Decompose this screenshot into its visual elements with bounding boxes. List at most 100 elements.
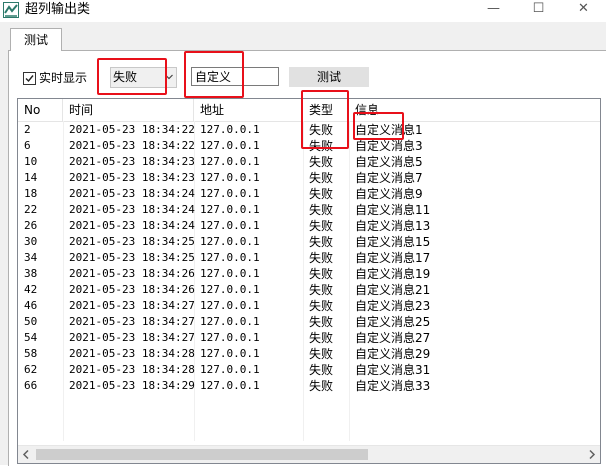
cell-no: 42 (24, 283, 38, 296)
cell-address: 127.0.0.1 (200, 155, 260, 168)
column-header-no[interactable]: No (18, 99, 63, 121)
realtime-checkbox[interactable] (23, 71, 36, 85)
cell-info: 自定义消息9 (355, 187, 423, 201)
scroll-right-icon[interactable] (583, 446, 600, 463)
scroll-thumb[interactable] (36, 449, 368, 460)
cell-type: 失败 (309, 155, 334, 169)
cell-info: 自定义消息13 (355, 219, 431, 233)
cell-info: 自定义消息19 (355, 267, 431, 281)
cell-no: 2 (24, 123, 31, 136)
cell-type: 失败 (309, 187, 334, 201)
column-header-time[interactable]: 时间 (63, 99, 194, 121)
cell-no: 26 (24, 219, 38, 232)
cell-type: 失败 (309, 123, 334, 137)
tab-test[interactable]: 测试 (10, 28, 62, 51)
cell-address: 127.0.0.1 (200, 331, 260, 344)
close-button[interactable]: ✕ (561, 0, 606, 20)
cell-info: 自定义消息1 (355, 123, 423, 137)
cell-no: 22 (24, 203, 38, 216)
cell-info: 自定义消息33 (355, 379, 431, 393)
maximize-button[interactable]: ☐ (516, 0, 561, 20)
cell-no: 30 (24, 235, 38, 248)
cell-address: 127.0.0.1 (200, 315, 260, 328)
table-row[interactable]: 66 2021-05-23 18:34:29 127.0.0.1 失败 自定义消息33 (18, 378, 600, 394)
realtime-label: 实时显示 (39, 71, 88, 85)
client-area: 测试 实时显示 失败 测试 No 时间 地址 类型 信息 (0, 22, 606, 466)
table-row[interactable]: 54 2021-05-23 18:34:27 127.0.0.1 失败 自定义消息27 (18, 330, 600, 346)
cell-address: 127.0.0.1 (200, 283, 260, 296)
cell-info: 自定义消息17 (355, 251, 431, 265)
horizontal-scrollbar[interactable] (18, 445, 600, 463)
cell-info: 自定义消息31 (355, 363, 431, 377)
cell-no: 18 (24, 187, 38, 200)
cell-address: 127.0.0.1 (200, 139, 260, 152)
cell-time: 2021-05-23 18:34:26 (69, 267, 195, 280)
cell-no: 14 (24, 171, 38, 184)
cell-time: 2021-05-23 18:34:24 (69, 187, 195, 200)
table-row[interactable]: 38 2021-05-23 18:34:26 127.0.0.1 失败 自定义消息19 (18, 266, 600, 282)
cell-no: 6 (24, 139, 31, 152)
cell-no: 54 (24, 331, 38, 344)
realtime-checkbox-group[interactable]: 实时显示 (23, 70, 87, 86)
cell-type: 失败 (309, 171, 334, 185)
cell-time: 2021-05-23 18:34:24 (69, 203, 195, 216)
table-row[interactable]: 46 2021-05-23 18:34:27 127.0.0.1 失败 自定义消息23 (18, 298, 600, 314)
cell-address: 127.0.0.1 (200, 123, 260, 136)
app-icon (3, 2, 19, 18)
cell-time: 2021-05-23 18:34:27 (69, 331, 195, 344)
cell-no: 58 (24, 347, 38, 360)
title-bar: 超列输出类 — ☐ ✕ (0, 0, 606, 22)
table-row[interactable]: 30 2021-05-23 18:34:25 127.0.0.1 失败 自定义消息15 (18, 234, 600, 250)
cell-type: 失败 (309, 363, 334, 377)
column-header-info[interactable]: 信息 (349, 99, 600, 121)
filter-dropdown[interactable]: 失败 (110, 67, 177, 88)
table-row[interactable]: 18 2021-05-23 18:34:24 127.0.0.1 失败 自定义消息9 (18, 186, 600, 202)
table-row[interactable]: 2 2021-05-23 18:34:22 127.0.0.1 失败 自定义消息1 (18, 122, 600, 138)
table-row[interactable]: 14 2021-05-23 18:34:23 127.0.0.1 失败 自定义消息7 (18, 170, 600, 186)
cell-no: 66 (24, 379, 38, 392)
test-button[interactable]: 测试 (289, 67, 369, 87)
cell-type: 失败 (309, 235, 334, 249)
table-row[interactable]: 50 2021-05-23 18:34:27 127.0.0.1 失败 自定义消息25 (18, 314, 600, 330)
cell-info: 自定义消息23 (355, 299, 431, 313)
log-list-view[interactable]: No 时间 地址 类型 信息 2 2021-05-23 18:34:22 127.0… (17, 98, 601, 464)
cell-time: 2021-05-23 18:34:22 (69, 123, 195, 136)
table-row[interactable]: 62 2021-05-23 18:34:28 127.0.0.1 失败 自定义消息31 (18, 362, 600, 378)
table-row[interactable]: 58 2021-05-23 18:34:28 127.0.0.1 失败 自定义消息29 (18, 346, 600, 362)
minimize-button[interactable]: — (471, 0, 516, 20)
cell-address: 127.0.0.1 (200, 171, 260, 184)
table-row[interactable]: 26 2021-05-23 18:34:24 127.0.0.1 失败 自定义消息13 (18, 218, 600, 234)
window-title: 超列输出类 (25, 2, 91, 17)
table-row[interactable]: 42 2021-05-23 18:34:26 127.0.0.1 失败 自定义消息21 (18, 282, 600, 298)
scroll-left-icon[interactable] (18, 446, 35, 463)
cell-type: 失败 (309, 347, 334, 361)
table-row[interactable]: 22 2021-05-23 18:34:24 127.0.0.1 失败 自定义消息11 (18, 202, 600, 218)
cell-time: 2021-05-23 18:34:26 (69, 283, 195, 296)
cell-type: 失败 (309, 379, 334, 393)
cell-type: 失败 (309, 267, 334, 281)
column-header-address[interactable]: 地址 (194, 99, 303, 121)
cell-address: 127.0.0.1 (200, 267, 260, 280)
cell-time: 2021-05-23 18:34:23 (69, 171, 195, 184)
table-row[interactable]: 34 2021-05-23 18:34:25 127.0.0.1 失败 自定义消息17 (18, 250, 600, 266)
table-row[interactable]: 10 2021-05-23 18:34:23 127.0.0.1 失败 自定义消息5 (18, 154, 600, 170)
cell-type: 失败 (309, 283, 334, 297)
cell-type: 失败 (309, 331, 334, 345)
cell-time: 2021-05-23 18:34:23 (69, 155, 195, 168)
cell-no: 62 (24, 363, 38, 376)
cell-type: 失败 (309, 219, 334, 233)
chevron-down-icon (165, 74, 173, 80)
custom-message-input[interactable] (191, 67, 279, 86)
tab-panel: 实时显示 失败 测试 No 时间 地址 类型 信息 2 2021-05-23 18… (8, 50, 606, 466)
table-row[interactable]: 6 2021-05-23 18:34:22 127.0.0.1 失败 自定义消息3 (18, 138, 600, 154)
cell-time: 2021-05-23 18:34:25 (69, 251, 195, 264)
cell-address: 127.0.0.1 (200, 235, 260, 248)
cell-info: 自定义消息27 (355, 331, 431, 345)
cell-address: 127.0.0.1 (200, 363, 260, 376)
cell-info: 自定义消息3 (355, 139, 423, 153)
cell-info: 自定义消息11 (355, 203, 431, 217)
cell-address: 127.0.0.1 (200, 379, 260, 392)
column-header-type[interactable]: 类型 (303, 99, 349, 121)
cell-info: 自定义消息7 (355, 171, 423, 185)
check-icon (25, 74, 34, 82)
